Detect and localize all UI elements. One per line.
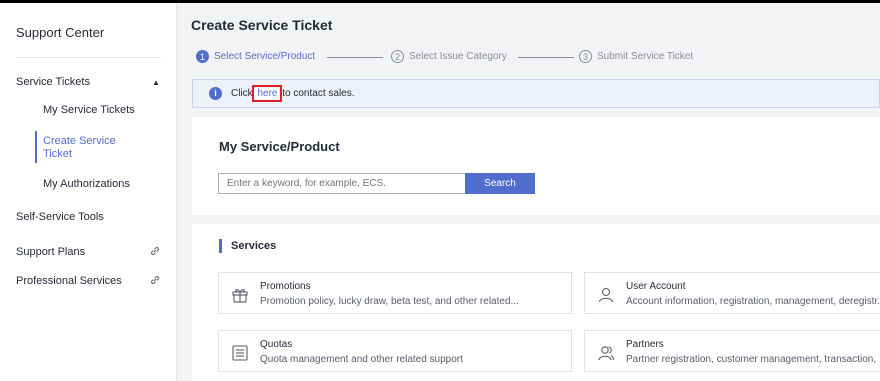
sidebar-active-indicator <box>35 131 37 163</box>
step-number: 2 <box>391 50 404 63</box>
step-label: Select Service/Product <box>214 51 316 62</box>
service-name: Partners <box>626 339 664 350</box>
service-item-quotas[interactable]: Quotas Quota management and other relate… <box>218 330 572 372</box>
step-3: 3 Submit Service Ticket <box>579 50 693 63</box>
sidebar-item-create-service-ticket[interactable]: Create Service Ticket <box>43 135 133 161</box>
gift-icon <box>232 289 248 303</box>
my-service-product-card: My Service/Product Search <box>192 117 880 215</box>
notice-prefix: Click <box>231 88 256 99</box>
sidebar-item-my-service-tickets[interactable]: My Service Tickets <box>43 104 135 116</box>
info-notice: i Click here to contact sales. <box>192 79 880 108</box>
service-name: Quotas <box>260 339 293 350</box>
page-title: Create Service Ticket <box>191 17 333 33</box>
quota-list-icon <box>232 345 248 361</box>
notice-suffix: to contact sales. <box>279 88 355 99</box>
step-label: Submit Service Ticket <box>597 51 694 62</box>
step-number: 3 <box>579 50 592 63</box>
service-description: Promotion policy, lucky draw, beta test,… <box>260 296 519 307</box>
contact-sales-link[interactable]: here <box>252 85 283 102</box>
step-1: 1 Select Service/Product <box>196 50 315 63</box>
search-button[interactable]: Search <box>465 173 535 194</box>
info-icon: i <box>209 87 222 100</box>
sidebar-item-service-tickets[interactable]: Service Tickets <box>16 76 90 88</box>
notice-text: Click here to contact sales. <box>231 85 355 102</box>
step-connector <box>518 57 574 58</box>
sidebar-item-self-service-tools[interactable]: Self-Service Tools <box>16 211 104 223</box>
step-number: 1 <box>196 50 209 63</box>
link-icon[interactable] <box>149 274 161 286</box>
sidebar-item-professional-services[interactable]: Professional Services <box>16 275 122 287</box>
user-icon <box>598 287 614 303</box>
sidebar-item-my-authorizations[interactable]: My Authorizations <box>43 178 130 190</box>
main-content: Create Service Ticket 1 Select Service/P… <box>178 3 880 381</box>
section-accent-bar <box>219 239 222 253</box>
caret-up-icon[interactable]: ▲ <box>152 78 160 87</box>
section-title: Services <box>231 240 277 252</box>
sidebar: Support Center Service Tickets ▲ My Serv… <box>0 3 177 381</box>
service-item-promotions[interactable]: Promotions Promotion policy, lucky draw,… <box>218 272 572 314</box>
step-label: Select Issue Category <box>409 51 507 62</box>
service-description: Account information, registration, manag… <box>626 296 880 307</box>
sidebar-item-support-plans[interactable]: Support Plans <box>16 246 85 258</box>
partners-icon <box>598 346 615 361</box>
card-title: My Service/Product <box>219 139 340 154</box>
service-item-user-account[interactable]: User Account Account information, regist… <box>584 272 880 314</box>
service-name: Promotions <box>260 281 311 292</box>
step-connector <box>327 57 383 58</box>
sidebar-divider <box>16 57 161 58</box>
service-description: Partner registration, customer managemen… <box>626 354 880 365</box>
link-icon[interactable] <box>149 245 161 257</box>
search-input[interactable] <box>218 173 466 194</box>
step-indicator: 1 Select Service/Product 2 Select Issue … <box>193 46 880 68</box>
service-item-partners[interactable]: Partners Partner registration, customer … <box>584 330 880 372</box>
service-name: User Account <box>626 281 686 292</box>
sidebar-title: Support Center <box>16 25 105 40</box>
step-2: 2 Select Issue Category <box>391 50 507 63</box>
services-card: Services Promotions Promotion policy, lu… <box>192 224 880 381</box>
service-description: Quota management and other related suppo… <box>260 354 463 365</box>
